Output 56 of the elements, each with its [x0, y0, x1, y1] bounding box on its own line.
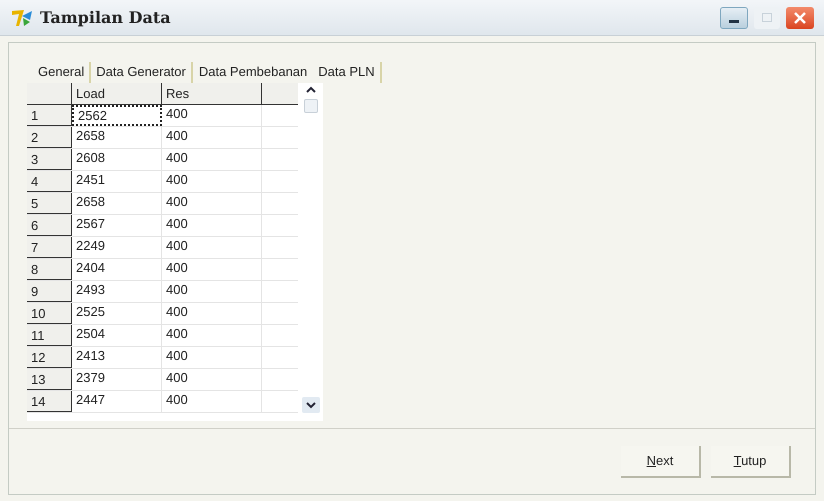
- table-cell: 400: [162, 259, 262, 280]
- column-header[interactable]: Load: [72, 83, 162, 104]
- dialog-button[interactable]: Tutup: [711, 446, 791, 478]
- table-cell: 2379: [72, 369, 162, 390]
- table-cell: 400: [162, 369, 262, 390]
- table-cell: 2447: [72, 391, 162, 412]
- row-header: 12: [27, 347, 72, 368]
- table-cell: 400: [162, 149, 262, 170]
- minimize-button[interactable]: [720, 6, 748, 28]
- row-header: 14: [27, 391, 72, 412]
- table-cell: 400: [162, 171, 262, 192]
- row-header: 5: [27, 193, 72, 214]
- dialog-button[interactable]: Next: [621, 446, 701, 478]
- table-cell: 400: [162, 215, 262, 236]
- table-cell: 400: [162, 105, 262, 126]
- scroll-thumb[interactable]: [304, 99, 318, 113]
- window-title: Tampilan Data: [40, 6, 171, 28]
- row-header: 1: [27, 105, 72, 126]
- maximize-icon: [762, 13, 772, 22]
- table-cell: 400: [162, 303, 262, 324]
- row-header: 2: [27, 127, 72, 148]
- row-header: 7: [27, 237, 72, 258]
- row-header: 11: [27, 325, 72, 346]
- row-header: 8: [27, 259, 72, 280]
- scroll-up-icon[interactable]: [304, 85, 318, 95]
- table-cell: 400: [162, 237, 262, 258]
- table-cell: 2451: [72, 171, 162, 192]
- column-header[interactable]: Res: [162, 83, 262, 104]
- table-cell: 400: [162, 281, 262, 302]
- table-cell: 2525: [72, 303, 162, 324]
- table-cell: 400: [162, 325, 262, 346]
- row-header: 9: [27, 281, 72, 302]
- table-cell: 2493: [72, 281, 162, 302]
- table-cell: 2608: [72, 149, 162, 170]
- table-cell: 2658: [72, 127, 162, 148]
- table-cell: 2562: [72, 105, 162, 126]
- table-cell: 2249: [72, 237, 162, 258]
- table-cell: 2567: [72, 215, 162, 236]
- row-header: 6: [27, 215, 72, 236]
- table-cell: 400: [162, 193, 262, 214]
- table-cell: 2658: [72, 193, 162, 214]
- row-header: 10: [27, 303, 72, 324]
- table-cell: 2413: [72, 347, 162, 368]
- close-icon: [794, 12, 806, 24]
- row-header: 4: [27, 171, 72, 192]
- table-cell: 400: [162, 127, 262, 148]
- close-button[interactable]: [786, 6, 814, 28]
- table-cell: 400: [162, 347, 262, 368]
- minimize-icon: [729, 20, 739, 22]
- table-cell: 400: [162, 391, 262, 412]
- row-header: 13: [27, 369, 72, 390]
- table-cell: 2404: [72, 259, 162, 280]
- table-cell: 2504: [72, 325, 162, 346]
- app-icon: [10, 8, 34, 28]
- row-header: 3: [27, 149, 72, 170]
- scroll-down-icon[interactable]: [304, 400, 318, 410]
